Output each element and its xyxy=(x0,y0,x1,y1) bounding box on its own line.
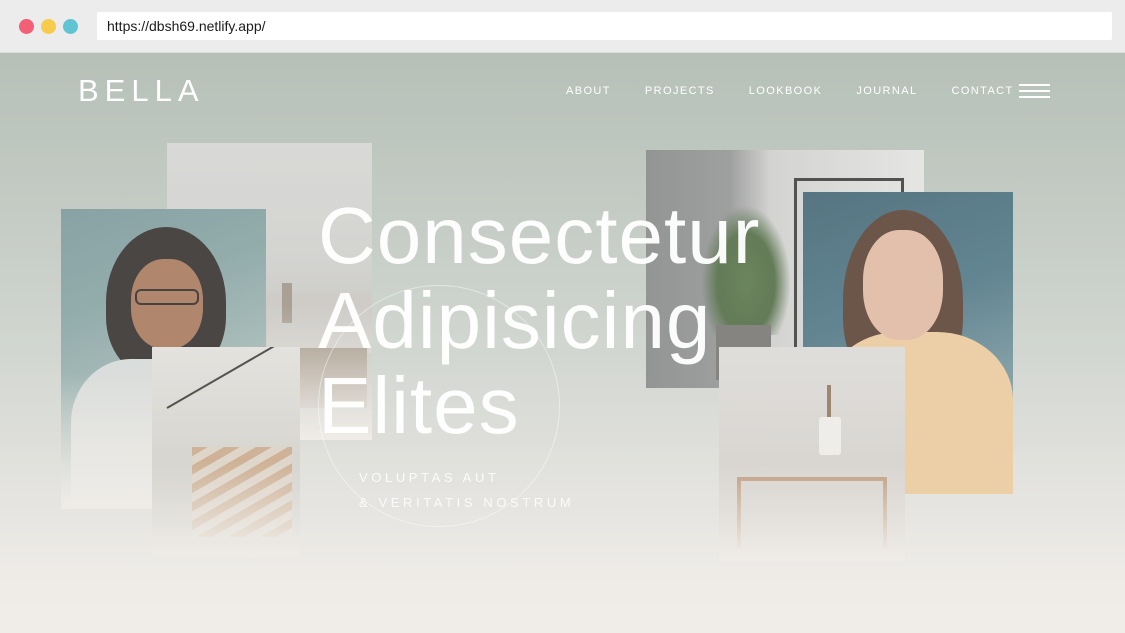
hamburger-line xyxy=(1019,96,1050,98)
hero-title: Consectetur Adipisicing Elites xyxy=(318,193,760,448)
browser-toolbar: https://dbsh69.netlify.app/ xyxy=(0,0,1125,53)
website-viewport: BELLA ABOUT PROJECTS LOOKBOOK JOURNAL CO… xyxy=(0,53,1125,633)
glasses-shape xyxy=(135,289,199,305)
hero-title-line-2: Adipisicing xyxy=(318,276,712,365)
address-bar[interactable]: https://dbsh69.netlify.app/ xyxy=(97,12,1112,40)
minimize-window-button[interactable] xyxy=(41,19,56,34)
stair-rail-shape xyxy=(166,347,281,409)
hero-subtitle: VOLUPTAS AUT & VERITATIS NOSTRUM xyxy=(359,465,574,515)
nav-link-journal[interactable]: JOURNAL xyxy=(856,85,917,97)
hero-subtitle-line-2: & VERITATIS NOSTRUM xyxy=(359,495,575,510)
stair-steps-shape xyxy=(192,447,292,537)
hamburger-line xyxy=(1019,84,1050,86)
nav-link-contact[interactable]: CONTACT xyxy=(952,85,1014,97)
hamburger-line xyxy=(1019,90,1050,92)
vase-shape xyxy=(819,417,841,455)
close-window-button[interactable] xyxy=(19,19,34,34)
hero-title-line-3: Elites xyxy=(318,361,520,450)
staircase-photo xyxy=(152,347,300,557)
face-shape xyxy=(863,230,943,340)
maximize-window-button[interactable] xyxy=(63,19,78,34)
nav-link-projects[interactable]: PROJECTS xyxy=(645,85,715,97)
hero-subtitle-line-1: VOLUPTAS AUT xyxy=(359,470,500,485)
nav-link-about[interactable]: ABOUT xyxy=(566,85,611,97)
wooden-shelf-shape xyxy=(737,477,887,547)
main-navigation: ABOUT PROJECTS LOOKBOOK JOURNAL CONTACT xyxy=(566,85,1048,97)
address-bar-url: https://dbsh69.netlify.app/ xyxy=(107,18,266,34)
nav-link-lookbook[interactable]: LOOKBOOK xyxy=(749,85,823,97)
rack-bar-shape xyxy=(794,178,904,181)
site-logo[interactable]: BELLA xyxy=(78,73,205,109)
lamp-shape xyxy=(282,283,292,323)
hamburger-menu-icon[interactable] xyxy=(1019,84,1050,99)
hero-title-line-1: Consectetur xyxy=(318,191,761,280)
